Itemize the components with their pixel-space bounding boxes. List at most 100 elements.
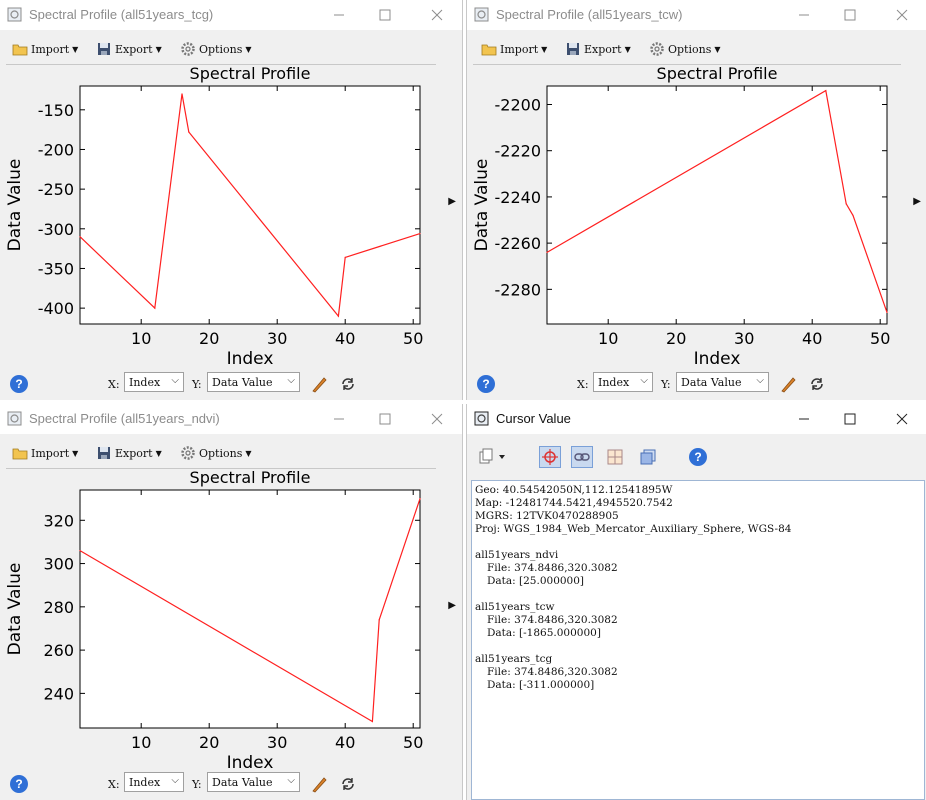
export-button[interactable]: Export ▼ <box>96 39 162 59</box>
minimize-icon[interactable] <box>328 408 350 430</box>
minimize-icon[interactable] <box>328 4 350 26</box>
file-line: File: 374.8486,320.3082 <box>487 614 618 626</box>
spectral-profile-window-tcg: Spectral Profile (all51years_tcg) Import… <box>0 0 463 400</box>
toolbar: Import ▼ Export ▼ Options ▼ <box>467 35 926 63</box>
profile-point <box>419 498 421 500</box>
y-tick-label: -200 <box>38 140 74 159</box>
profile-point <box>79 236 81 238</box>
window-title: Cursor Value <box>496 411 571 426</box>
y-tick-label: 260 <box>43 641 74 660</box>
help-icon: ? <box>689 448 707 466</box>
copy-button[interactable] <box>475 446 511 468</box>
dropdown-arrow-icon: ▼ <box>155 448 162 458</box>
maximize-icon[interactable] <box>374 408 396 430</box>
layers-button[interactable] <box>637 446 659 468</box>
plot-frame <box>79 85 421 325</box>
help-button[interactable]: ? <box>687 446 709 468</box>
window-title: Spectral Profile (all51years_tcw) <box>496 7 683 22</box>
pencil-icon[interactable] <box>310 375 328 393</box>
export-button[interactable]: Export ▼ <box>565 39 631 59</box>
profile-point <box>419 232 421 235</box>
close-icon[interactable] <box>891 4 913 26</box>
y-tick-label: -350 <box>38 259 74 278</box>
title-bar[interactable]: Spectral Profile (all51years_ndvi) <box>0 404 462 434</box>
x-axis-selector-label: X: <box>577 378 589 391</box>
y-tick-label: 280 <box>43 598 74 617</box>
title-bar[interactable]: Spectral Profile (all51years_tcg) <box>0 0 462 30</box>
import-button[interactable]: Import ▼ <box>12 443 78 463</box>
x-tick-label: 30 <box>734 329 754 348</box>
options-button[interactable]: Options ▼ <box>180 39 252 59</box>
close-icon[interactable] <box>426 4 448 26</box>
expand-panel-arrow-icon[interactable]: ▶ <box>448 600 456 611</box>
refresh-icon[interactable] <box>339 375 357 393</box>
maximize-icon[interactable] <box>839 408 861 430</box>
layer-name: all51years_tcg <box>475 653 553 665</box>
chevron-down-icon: ⌵ <box>171 775 179 786</box>
x-tick-label: 10 <box>598 329 618 348</box>
link-button[interactable] <box>571 446 593 468</box>
x-tick-label: 40 <box>802 329 822 348</box>
y-axis-select[interactable]: Data Value ⌵ <box>207 372 300 392</box>
crosshair-button[interactable] <box>539 446 561 468</box>
minimize-icon[interactable] <box>793 408 815 430</box>
profile-point <box>886 311 888 314</box>
minimize-icon[interactable] <box>793 4 815 26</box>
y-tick-label: -2220 <box>495 142 542 161</box>
grid-icon <box>607 449 623 465</box>
options-button[interactable]: Options ▼ <box>180 443 252 463</box>
maximize-icon[interactable] <box>839 4 861 26</box>
link-icon <box>574 453 590 461</box>
options-button[interactable]: Options ▼ <box>649 39 721 59</box>
spectral-profile-chart[interactable]: Spectral Profile 240 260 280 300 320 10 20 30 40 5… <box>0 466 440 774</box>
grid-button[interactable] <box>604 446 626 468</box>
chevron-down-icon: ⌵ <box>287 775 295 786</box>
gear-icon <box>181 42 195 56</box>
spectral-profile-chart[interactable]: Spectral Profile -2280 -2260 -2240 -2220 -220… <box>467 62 907 370</box>
help-icon[interactable]: ? <box>477 375 495 393</box>
expand-panel-arrow-icon[interactable]: ▶ <box>448 196 456 207</box>
window-title: Spectral Profile (all51years_ndvi) <box>29 411 220 426</box>
import-label: Import <box>31 446 70 460</box>
dropdown-arrow-icon: ▼ <box>72 44 79 54</box>
export-button[interactable]: Export ▼ <box>96 443 162 463</box>
y-axis-select[interactable]: Data Value ⌵ <box>207 772 300 792</box>
expand-panel-arrow-icon[interactable]: ▶ <box>913 196 921 207</box>
x-axis-select[interactable]: Index ⌵ <box>593 372 653 392</box>
dropdown-arrow-icon: ▼ <box>245 448 252 458</box>
help-icon[interactable]: ? <box>10 775 28 793</box>
import-button[interactable]: Import ▼ <box>481 39 547 59</box>
help-icon[interactable]: ? <box>10 375 28 393</box>
file-line: File: 374.8486,320.3082 <box>487 562 618 574</box>
pencil-icon[interactable] <box>310 775 328 793</box>
import-button[interactable]: Import ▼ <box>12 39 78 59</box>
cursor-value-text[interactable]: Geo: 40.54542050N,112.12541895W Map: -12… <box>471 480 925 800</box>
title-bar[interactable]: Cursor Value <box>467 404 926 434</box>
dropdown-arrow-icon: ▼ <box>624 44 631 54</box>
y-tick-label: -250 <box>38 180 74 199</box>
x-axis-select[interactable]: Index ⌵ <box>124 372 184 392</box>
crosshair-icon <box>542 449 558 465</box>
pencil-icon[interactable] <box>779 375 797 393</box>
x-axis-select[interactable]: Index ⌵ <box>124 772 184 792</box>
app-icon <box>7 7 22 22</box>
y-tick-label: -300 <box>38 220 74 239</box>
x-axis-selector-label: X: <box>108 378 120 391</box>
refresh-icon[interactable] <box>339 775 357 793</box>
maximize-icon[interactable] <box>374 4 396 26</box>
y-tick-label: -2260 <box>495 234 542 253</box>
options-label: Options <box>199 446 243 460</box>
refresh-icon[interactable] <box>808 375 826 393</box>
dropdown-arrow-icon: ▼ <box>155 44 162 54</box>
close-icon[interactable] <box>426 408 448 430</box>
close-icon[interactable] <box>891 408 913 430</box>
dropdown-arrow-icon: ▼ <box>541 44 548 54</box>
app-icon <box>7 411 22 426</box>
y-axis-select[interactable]: Data Value ⌵ <box>676 372 769 392</box>
chevron-down-icon: ⌵ <box>756 375 764 386</box>
title-bar[interactable]: Spectral Profile (all51years_tcw) <box>467 0 926 30</box>
y-axis-selector-label: Y: <box>192 378 202 391</box>
spectral-profile-chart[interactable]: Spectral Profile -400 -350 -300 -250 -200 -150… <box>0 62 440 370</box>
